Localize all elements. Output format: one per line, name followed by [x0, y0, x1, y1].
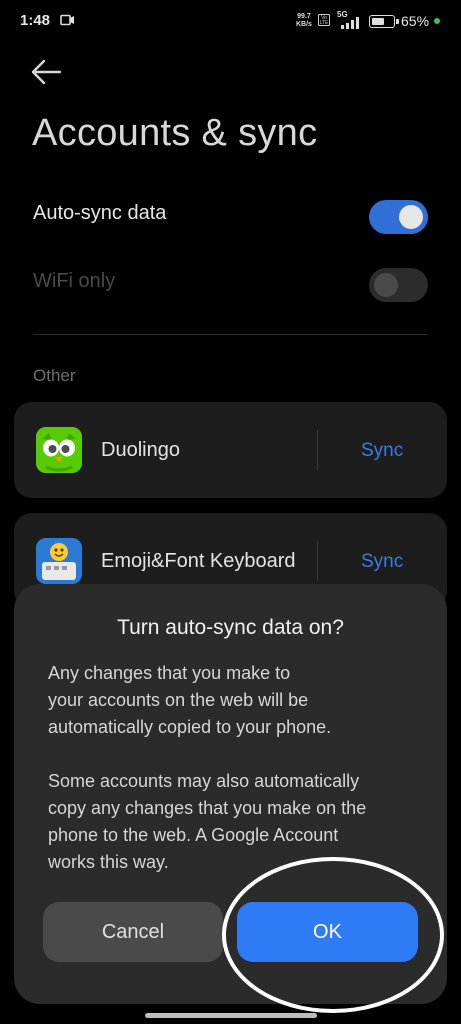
account-name: Duolingo — [101, 439, 180, 461]
sync-button[interactable]: Sync — [361, 440, 403, 462]
duolingo-owl-icon — [36, 427, 82, 473]
auto-sync-toggle[interactable] — [369, 200, 428, 234]
back-arrow-icon[interactable] — [30, 56, 64, 90]
section-label-other: Other — [33, 366, 76, 385]
auto-sync-row[interactable]: Auto-sync data — [0, 188, 461, 244]
emoji-keyboard-icon — [36, 538, 82, 584]
network-speed: 99.7 KB/s — [296, 13, 312, 28]
battery-icon — [369, 15, 399, 28]
account-separator — [317, 541, 318, 581]
wifi-only-row[interactable]: WiFi only — [0, 256, 461, 312]
home-indicator[interactable] — [145, 1013, 317, 1018]
dialog-message-1: Any changes that you make to your accoun… — [48, 663, 332, 737]
section-divider — [33, 334, 428, 335]
privacy-indicator-dot — [434, 18, 440, 24]
signal-icon — [341, 17, 359, 29]
account-card-duolingo[interactable]: Duolingo Sync — [14, 402, 447, 498]
cancel-button[interactable]: Cancel — [43, 902, 223, 962]
wifi-only-label: WiFi only — [33, 270, 116, 292]
wifi-only-toggle[interactable] — [369, 268, 428, 302]
screen-record-icon — [60, 14, 74, 26]
status-bar: 1:48 99.7 KB/s Vo LTE 5G 65% — [0, 0, 461, 44]
volte-icon: Vo LTE — [318, 14, 330, 26]
ok-highlight-circle — [222, 857, 444, 1013]
auto-sync-label: Auto-sync data — [33, 202, 167, 224]
battery-percent: 65% — [401, 13, 430, 29]
account-separator — [317, 430, 318, 470]
account-name: Emoji&Font Keyboard — [101, 550, 296, 572]
sync-button[interactable]: Sync — [361, 551, 403, 573]
status-time: 1:48 — [20, 12, 51, 29]
dialog-title: Turn auto-sync data on? — [117, 616, 344, 639]
page-title: Accounts & sync — [32, 112, 318, 154]
